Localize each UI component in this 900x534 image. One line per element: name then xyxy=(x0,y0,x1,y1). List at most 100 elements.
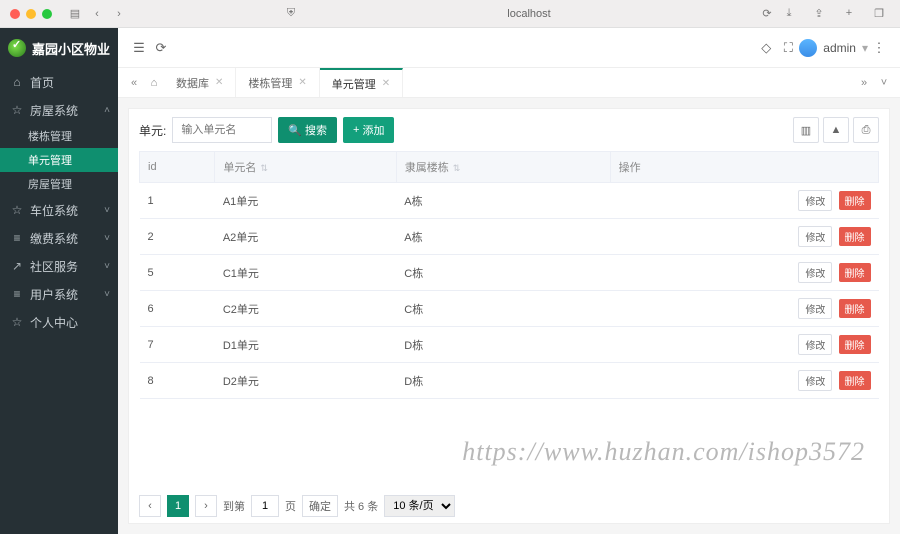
sidebar-item-label: 用户系统 xyxy=(30,286,78,303)
minimize-window-icon[interactable] xyxy=(26,9,36,19)
fullscreen-icon[interactable]: ⛶ xyxy=(777,40,799,56)
close-window-icon[interactable] xyxy=(10,9,20,19)
cell-ops: 修改 删除 xyxy=(610,291,878,327)
delete-button[interactable]: 删除 xyxy=(839,335,871,354)
tabs-dropdown-icon[interactable]: ˅ xyxy=(874,68,894,97)
cell-name: C2单元 xyxy=(215,291,396,327)
toolbar: 单元: 🔍 搜索 + 添加 ▥ ▲ ⎙ xyxy=(139,117,879,143)
tab-home-icon[interactable]: ⌂ xyxy=(144,68,164,97)
tag-icon[interactable]: ◇ xyxy=(755,40,777,56)
download-icon[interactable]: ⤓ xyxy=(782,7,796,20)
cell-building: C栋 xyxy=(396,255,610,291)
edit-button[interactable]: 修改 xyxy=(798,262,832,283)
user-menu[interactable]: admin ▾ xyxy=(799,39,868,57)
sidebar-subitem[interactable]: 单元管理 xyxy=(0,148,118,172)
cell-ops: 修改 删除 xyxy=(610,255,878,291)
shield-icon[interactable]: ⛨ xyxy=(284,7,298,20)
page-suffix: 页 xyxy=(285,498,296,514)
cell-id: 2 xyxy=(140,219,215,255)
cell-name: D2单元 xyxy=(215,363,396,399)
refresh-icon[interactable]: ⟳ xyxy=(150,40,172,56)
delete-button[interactable]: 删除 xyxy=(839,227,871,246)
cell-id: 7 xyxy=(140,327,215,363)
nav-back-icon[interactable]: ‹ xyxy=(90,8,104,20)
page-confirm-button[interactable]: 确定 xyxy=(302,495,338,517)
cell-building: A栋 xyxy=(396,219,610,255)
delete-button[interactable]: 删除 xyxy=(839,191,871,210)
card-actions: ▥ ▲ ⎙ xyxy=(793,117,879,143)
sidebar-toggle-icon[interactable]: ▤ xyxy=(68,7,82,20)
delete-button[interactable]: 删除 xyxy=(839,299,871,318)
sidebar-item[interactable]: ≡用户系统˅ xyxy=(0,280,118,308)
data-table: id 单元名⇅ 隶属楼栋⇅ 操作 1 A1单元 A栋 修改 删除 2 A2单元 … xyxy=(139,151,879,399)
cell-building: C栋 xyxy=(396,291,610,327)
col-building[interactable]: 隶属楼栋⇅ xyxy=(396,152,610,183)
tab[interactable]: 楼栋管理 ✕ xyxy=(236,68,319,97)
address-bar[interactable]: localhost xyxy=(302,8,756,20)
page-prev[interactable]: ‹ xyxy=(139,495,161,517)
delete-button[interactable]: 删除 xyxy=(839,263,871,282)
page-size-select[interactable]: 10 条/页 xyxy=(384,495,455,517)
edit-button[interactable]: 修改 xyxy=(798,370,832,391)
tabs-scroll-right-icon[interactable]: » xyxy=(854,68,874,97)
delete-button[interactable]: 删除 xyxy=(839,371,871,390)
pagination: ‹ 1 › 到第 页 确定 共 6 条 10 条/页 xyxy=(139,487,879,517)
sidebar-item[interactable]: ☆车位系统˅ xyxy=(0,196,118,224)
tab-label: 楼栋管理 xyxy=(248,75,292,91)
sidebar-subitem[interactable]: 楼栋管理 xyxy=(0,124,118,148)
search-button[interactable]: 🔍 搜索 xyxy=(278,117,337,143)
menu-toggle-icon[interactable]: ☰ xyxy=(128,40,150,56)
sidebar-item[interactable]: ≡缴费系统˅ xyxy=(0,224,118,252)
sidebar-subitem[interactable]: 房屋管理 xyxy=(0,172,118,196)
chevron-icon: ˅ xyxy=(104,205,110,216)
sidebar-item[interactable]: ↗社区服务˅ xyxy=(0,252,118,280)
maximize-window-icon[interactable] xyxy=(42,9,52,19)
nav-icon: ☆ xyxy=(10,103,24,117)
print-icon[interactable]: ⎙ xyxy=(853,117,879,143)
edit-button[interactable]: 修改 xyxy=(798,334,832,355)
tab[interactable]: 单元管理✕ xyxy=(320,68,403,97)
export-icon[interactable]: ▲ xyxy=(823,117,849,143)
unit-name-input[interactable] xyxy=(172,117,272,143)
tab[interactable]: 数据库 ✕ xyxy=(164,68,236,97)
sidebar-item[interactable]: ⌂首页 xyxy=(0,68,118,96)
tabs-icon[interactable]: ❐ xyxy=(872,7,886,20)
chevron-icon: ˅ xyxy=(104,289,110,300)
sort-icon: ⇅ xyxy=(453,163,461,173)
more-icon[interactable]: ⋮ xyxy=(868,40,890,56)
close-tab-icon[interactable]: ✕ xyxy=(382,78,390,89)
table-row: 8 D2单元 D栋 修改 删除 xyxy=(140,363,879,399)
sidebar: 嘉园小区物业 ⌂首页☆房屋系统˄楼栋管理单元管理房屋管理☆车位系统˅≡缴费系统˅… xyxy=(0,28,118,534)
columns-toggle-icon[interactable]: ▥ xyxy=(793,117,819,143)
brand-title: 嘉园小区物业 xyxy=(32,39,110,58)
cell-ops: 修改 删除 xyxy=(610,183,878,219)
col-name[interactable]: 单元名⇅ xyxy=(215,152,396,183)
share-icon[interactable]: ⇪ xyxy=(812,7,826,20)
cell-id: 8 xyxy=(140,363,215,399)
cell-ops: 修改 删除 xyxy=(610,219,878,255)
tab-label: 数据库 xyxy=(176,75,209,91)
close-tab-icon[interactable]: ✕ xyxy=(215,77,223,88)
page-number[interactable]: 1 xyxy=(167,495,189,517)
table-row: 1 A1单元 A栋 修改 删除 xyxy=(140,183,879,219)
page-next[interactable]: › xyxy=(195,495,217,517)
traffic-lights xyxy=(10,9,52,19)
edit-button[interactable]: 修改 xyxy=(798,298,832,319)
cell-id: 1 xyxy=(140,183,215,219)
edit-button[interactable]: 修改 xyxy=(798,190,832,211)
sidebar-item[interactable]: ☆房屋系统˄ xyxy=(0,96,118,124)
nav-forward-icon[interactable]: › xyxy=(112,8,126,20)
browser-chrome: ▤ ‹ › ⛨ localhost ⟳ ⤓ ⇪ + ❐ xyxy=(0,0,900,28)
col-id[interactable]: id xyxy=(140,152,215,183)
reload-icon[interactable]: ⟳ xyxy=(760,7,774,20)
sidebar-item[interactable]: ☆个人中心 xyxy=(0,308,118,336)
tabs-scroll-left-icon[interactable]: « xyxy=(124,68,144,97)
edit-button[interactable]: 修改 xyxy=(798,226,832,247)
add-button[interactable]: + 添加 xyxy=(343,117,394,143)
table-row: 5 C1单元 C栋 修改 删除 xyxy=(140,255,879,291)
tabs-bar: « ⌂ 数据库✕楼栋管理✕单元管理✕ » ˅ xyxy=(118,68,900,98)
nav-icon: ≡ xyxy=(10,231,24,245)
page-input[interactable] xyxy=(251,495,279,517)
new-tab-icon[interactable]: + xyxy=(842,7,856,20)
close-tab-icon[interactable]: ✕ xyxy=(298,77,306,88)
